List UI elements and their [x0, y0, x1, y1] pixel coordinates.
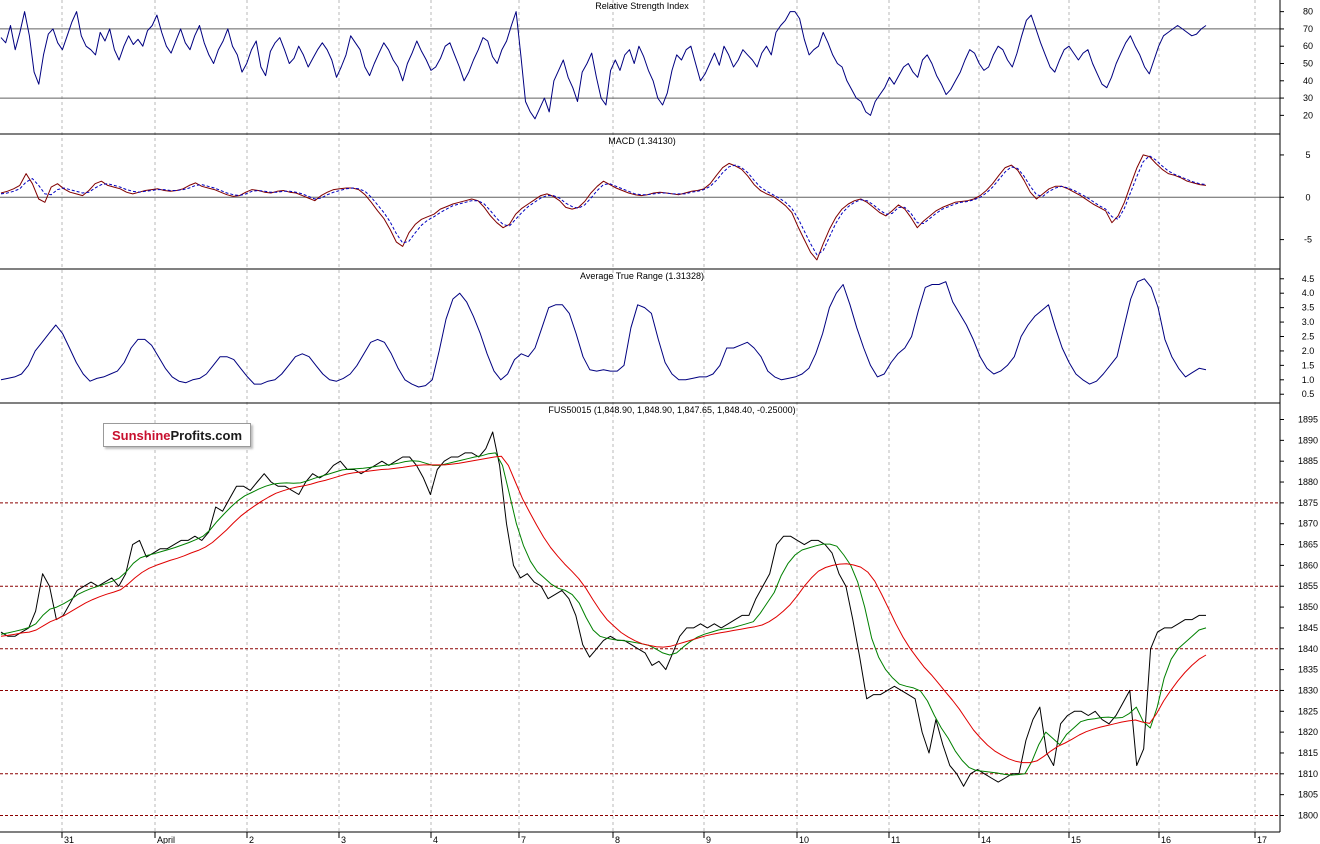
- atr-y-tick-label-6: 3.5: [1302, 303, 1315, 313]
- price-y-tick-label-0: 1800: [1298, 810, 1318, 820]
- rsi-y-tick-label-5: 70: [1303, 24, 1313, 34]
- price-y-tick-label-13: 1865: [1298, 540, 1318, 550]
- atr-title: Average True Range (1.31328): [580, 271, 704, 281]
- price-y-tick-label-10: 1850: [1298, 602, 1318, 612]
- atr-y-tick-label-1: 1.0: [1302, 375, 1315, 385]
- price-y-tick-label-3: 1815: [1298, 748, 1318, 758]
- x-tick-label-10: 14: [981, 835, 991, 844]
- atr-y-tick-label-5: 3.0: [1302, 317, 1315, 327]
- price-y-tick-label-16: 1880: [1298, 477, 1318, 487]
- rsi-y-tick-label-0: 20: [1303, 110, 1313, 120]
- price-y-tick-label-6: 1830: [1298, 685, 1318, 695]
- price-y-tick-label-2: 1810: [1298, 769, 1318, 779]
- rsi-y-tick-label-1: 30: [1303, 93, 1313, 103]
- price-y-tick-label-5: 1825: [1298, 706, 1318, 716]
- macd-title: MACD (1.34130): [608, 136, 676, 146]
- price-y-tick-label-4: 1820: [1298, 727, 1318, 737]
- x-tick-label-7: 9: [706, 835, 711, 844]
- x-tick-label-2: 2: [249, 835, 254, 844]
- macd-y-tick-label-2: 5: [1305, 150, 1310, 160]
- atr-y-tick-label-3: 2.0: [1302, 346, 1315, 356]
- x-tick-label-13: 17: [1257, 835, 1267, 844]
- rsi-y-tick-label-3: 50: [1303, 59, 1313, 69]
- rsi-y-tick-label-4: 60: [1303, 41, 1313, 51]
- x-tick-label-5: 7: [521, 835, 526, 844]
- x-tick-label-11: 15: [1071, 835, 1081, 844]
- atr-y-tick-label-2: 1.5: [1302, 360, 1315, 370]
- x-tick-label-8: 10: [799, 835, 809, 844]
- rsi-title: Relative Strength Index: [595, 1, 689, 11]
- sunshine-profits-logo[interactable]: Sunshine Profits.com: [103, 423, 251, 447]
- logo-part-sunshine: Sunshine: [111, 427, 171, 443]
- price-y-tick-label-8: 1840: [1298, 644, 1318, 654]
- price-y-tick-label-14: 1870: [1298, 519, 1318, 529]
- price-y-tick-label-12: 1860: [1298, 560, 1318, 570]
- atr-y-tick-label-0: 0.5: [1302, 389, 1315, 399]
- x-tick-label-0: 31: [64, 835, 74, 844]
- chart-canvas: 20304050607080Relative Strength Index-50…: [0, 0, 1320, 844]
- price-y-tick-label-1: 1805: [1298, 790, 1318, 800]
- price-y-tick-label-19: 1895: [1298, 415, 1318, 425]
- x-tick-label-3: 3: [341, 835, 346, 844]
- price-y-tick-label-15: 1875: [1298, 498, 1318, 508]
- atr-y-tick-label-8: 4.5: [1302, 274, 1315, 284]
- rsi-y-tick-label-2: 40: [1303, 76, 1313, 86]
- price-y-tick-label-9: 1845: [1298, 623, 1318, 633]
- x-tick-label-12: 16: [1161, 835, 1171, 844]
- price-title: FUS50015 (1,848.90, 1,848.90, 1,847.65, …: [548, 405, 795, 415]
- x-tick-label-6: 8: [615, 835, 620, 844]
- rsi-y-tick-label-6: 80: [1303, 7, 1313, 17]
- logo-part-profits: Profits.com: [170, 427, 243, 443]
- price-y-tick-label-18: 1890: [1298, 435, 1318, 445]
- x-tick-label-4: 4: [433, 835, 438, 844]
- price-y-tick-label-11: 1855: [1298, 581, 1318, 591]
- atr-y-tick-label-4: 2.5: [1302, 332, 1315, 342]
- macd-y-tick-label-0: -5: [1304, 235, 1312, 245]
- macd-y-tick-label-1: 0: [1305, 192, 1310, 202]
- atr-y-tick-label-7: 4.0: [1302, 288, 1315, 298]
- x-tick-label-1: April: [157, 835, 175, 844]
- price-y-tick-label-7: 1835: [1298, 665, 1318, 675]
- x-tick-label-9: 11: [891, 835, 900, 844]
- price-y-tick-label-17: 1885: [1298, 456, 1318, 466]
